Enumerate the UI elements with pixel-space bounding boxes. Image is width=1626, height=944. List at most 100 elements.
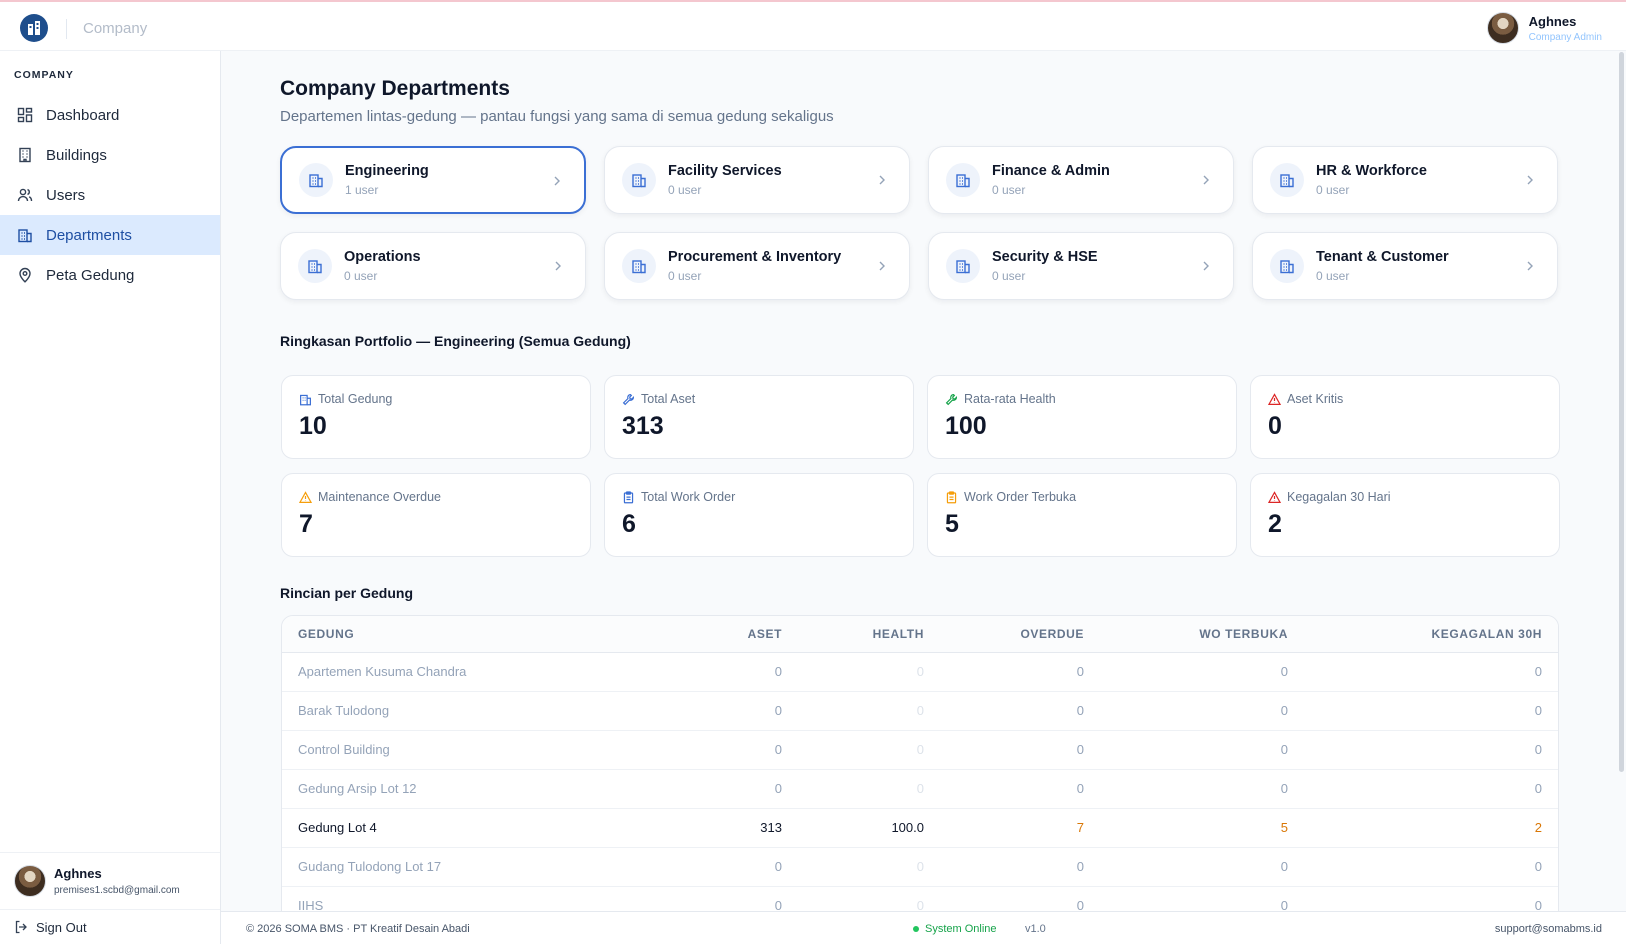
user-menu[interactable]: Aghnes Company Admin bbox=[1486, 12, 1602, 44]
table-row[interactable]: Control Building 0 0 0 0 0 bbox=[282, 730, 1558, 770]
cell-health: 0 bbox=[798, 886, 940, 911]
chevron-right-icon bbox=[555, 261, 561, 271]
summary-title: Ringkasan Portfolio — Engineering (Semua… bbox=[280, 333, 631, 349]
department-card-tenant-customer[interactable]: Tenant & Customer 0 user bbox=[1252, 232, 1558, 300]
building-icon bbox=[16, 146, 34, 164]
column-header-wo-terbuka[interactable]: WO TERBUKA bbox=[1100, 616, 1304, 653]
column-header-health[interactable]: HEALTH bbox=[798, 616, 940, 653]
cell-gedung: Gedung Lot 4 bbox=[282, 808, 722, 848]
stat-value: 100 bbox=[945, 412, 987, 440]
stat-total-work-order: Total Work Order 6 bbox=[604, 473, 914, 557]
stat-maintenance-overdue: Maintenance Overdue 7 bbox=[281, 473, 591, 557]
column-header-overdue[interactable]: OVERDUE bbox=[940, 616, 1100, 653]
department-user-count: 0 user bbox=[1316, 183, 1350, 197]
app-version: v1.0 bbox=[1025, 923, 1046, 935]
department-card-operations[interactable]: Operations 0 user bbox=[280, 232, 586, 300]
sidebar-item-label: Departments bbox=[46, 226, 132, 244]
sidebar: COMPANY Dashboard Buildings Users Depart… bbox=[0, 51, 221, 944]
sign-out-button[interactable]: Sign Out bbox=[0, 909, 220, 944]
cell-gedung: Apartemen Kusuma Chandra bbox=[282, 652, 722, 692]
department-user-count: 0 user bbox=[668, 183, 702, 197]
avatar[interactable] bbox=[1486, 12, 1519, 44]
departments-icon bbox=[622, 249, 656, 283]
cell-wo-terbuka: 0 bbox=[1100, 691, 1304, 731]
department-card-finance-admin[interactable]: Finance & Admin 0 user bbox=[928, 146, 1234, 214]
cell-kegagalan: 0 bbox=[1304, 886, 1558, 911]
departments-icon bbox=[16, 226, 34, 244]
column-header-gedung[interactable]: GEDUNG bbox=[282, 616, 722, 653]
department-user-count: 1 user bbox=[345, 183, 379, 197]
sidebar-item-peta-gedung[interactable]: Peta Gedung bbox=[0, 255, 220, 295]
table-row[interactable]: Barak Tulodong 0 0 0 0 0 bbox=[282, 691, 1558, 731]
chevron-right-icon bbox=[1203, 175, 1209, 185]
department-card-procurement-inventory[interactable]: Procurement & Inventory 0 user bbox=[604, 232, 910, 300]
dashboard-icon bbox=[16, 106, 34, 124]
department-name: Finance & Admin bbox=[992, 163, 1110, 179]
stat-label: Maintenance Overdue bbox=[318, 490, 441, 504]
sidebar-item-users[interactable]: Users bbox=[0, 175, 220, 215]
table-row[interactable]: Gedung Lot 4 313 100.0 7 5 2 bbox=[282, 808, 1558, 848]
stat-value: 0 bbox=[1268, 412, 1282, 440]
company-logo-icon[interactable] bbox=[20, 14, 48, 42]
departments-icon bbox=[1270, 249, 1304, 283]
cell-gedung: Gudang Tulodong Lot 17 bbox=[282, 847, 722, 887]
cell-kegagalan: 2 bbox=[1304, 808, 1558, 848]
stat-value: 5 bbox=[945, 510, 959, 538]
cell-kegagalan: 0 bbox=[1304, 769, 1558, 809]
department-card-security-hse[interactable]: Security & HSE 0 user bbox=[928, 232, 1234, 300]
cell-health: 0 bbox=[798, 691, 940, 731]
department-name: Procurement & Inventory bbox=[668, 249, 842, 265]
table-row[interactable]: Apartemen Kusuma Chandra 0 0 0 0 0 bbox=[282, 652, 1558, 692]
department-name: Operations bbox=[344, 249, 421, 265]
top-bar: Company Aghnes Company Admin bbox=[0, 0, 1626, 51]
page-title: Company Departments bbox=[280, 77, 510, 100]
department-name: Engineering bbox=[345, 163, 429, 179]
cell-overdue: 0 bbox=[940, 769, 1100, 809]
cell-wo-terbuka: 0 bbox=[1100, 730, 1304, 770]
stat-label: Kegagalan 30 Hari bbox=[1287, 490, 1391, 504]
sidebar-item-label: Buildings bbox=[46, 146, 107, 164]
support-email-link[interactable]: support@somabms.id bbox=[1495, 923, 1602, 935]
sidebar-user[interactable]: Aghnes premises1.scbd@gmail.com bbox=[0, 852, 220, 909]
department-card-engineering[interactable]: Engineering 1 user bbox=[280, 146, 586, 214]
cell-health: 0 bbox=[798, 769, 940, 809]
stat-label: Total Work Order bbox=[641, 490, 736, 504]
sidebar-item-label: Users bbox=[46, 186, 86, 204]
system-status: System Online bbox=[913, 923, 997, 935]
sidebar-nav: Dashboard Buildings Users Departments Pe… bbox=[0, 95, 220, 295]
cell-gedung: IIHS bbox=[282, 886, 722, 911]
cell-kegagalan: 0 bbox=[1304, 730, 1558, 770]
breakdown-table: GEDUNG ASET HEALTH OVERDUE WO TERBUKA KE… bbox=[281, 615, 1559, 911]
stat-total-aset: Total Aset 313 bbox=[604, 375, 914, 459]
table-row[interactable]: Gudang Tulodong Lot 17 0 0 0 0 0 bbox=[282, 847, 1558, 887]
alert-triangle-icon bbox=[299, 490, 312, 503]
cell-wo-terbuka: 5 bbox=[1100, 808, 1304, 848]
department-card-facility-services[interactable]: Facility Services 0 user bbox=[604, 146, 910, 214]
sidebar-section-label: COMPANY bbox=[14, 69, 74, 81]
chevron-right-icon bbox=[1203, 261, 1209, 271]
table-row[interactable]: IIHS 0 0 0 0 0 bbox=[282, 886, 1558, 911]
cell-health: 100.0 bbox=[798, 808, 940, 848]
stat-kegagalan-30-hari: Kegagalan 30 Hari 2 bbox=[1250, 473, 1560, 557]
department-user-count: 0 user bbox=[344, 269, 378, 283]
table-row[interactable]: Gedung Arsip Lot 12 0 0 0 0 0 bbox=[282, 769, 1558, 809]
cell-overdue: 0 bbox=[940, 886, 1100, 911]
cell-gedung: Control Building bbox=[282, 730, 722, 770]
department-card-hr-workforce[interactable]: HR & Workforce 0 user bbox=[1252, 146, 1558, 214]
column-header-aset[interactable]: ASET bbox=[722, 616, 798, 653]
page-scrollbar[interactable] bbox=[1619, 52, 1624, 772]
column-header-kegagalan-30h[interactable]: KEGAGALAN 30H bbox=[1304, 616, 1558, 653]
sidebar-item-dashboard[interactable]: Dashboard bbox=[0, 95, 220, 135]
cell-wo-terbuka: 0 bbox=[1100, 652, 1304, 692]
sidebar-item-buildings[interactable]: Buildings bbox=[0, 135, 220, 175]
cell-aset: 0 bbox=[722, 769, 798, 809]
cell-aset: 0 bbox=[722, 886, 798, 911]
stat-label: Total Aset bbox=[641, 392, 696, 406]
chevron-right-icon bbox=[879, 261, 885, 271]
cell-overdue: 0 bbox=[940, 691, 1100, 731]
cell-aset: 0 bbox=[722, 730, 798, 770]
sidebar-item-departments[interactable]: Departments bbox=[0, 215, 220, 255]
sidebar-item-label: Dashboard bbox=[46, 106, 120, 124]
cell-overdue: 0 bbox=[940, 730, 1100, 770]
stat-value: 313 bbox=[622, 412, 664, 440]
